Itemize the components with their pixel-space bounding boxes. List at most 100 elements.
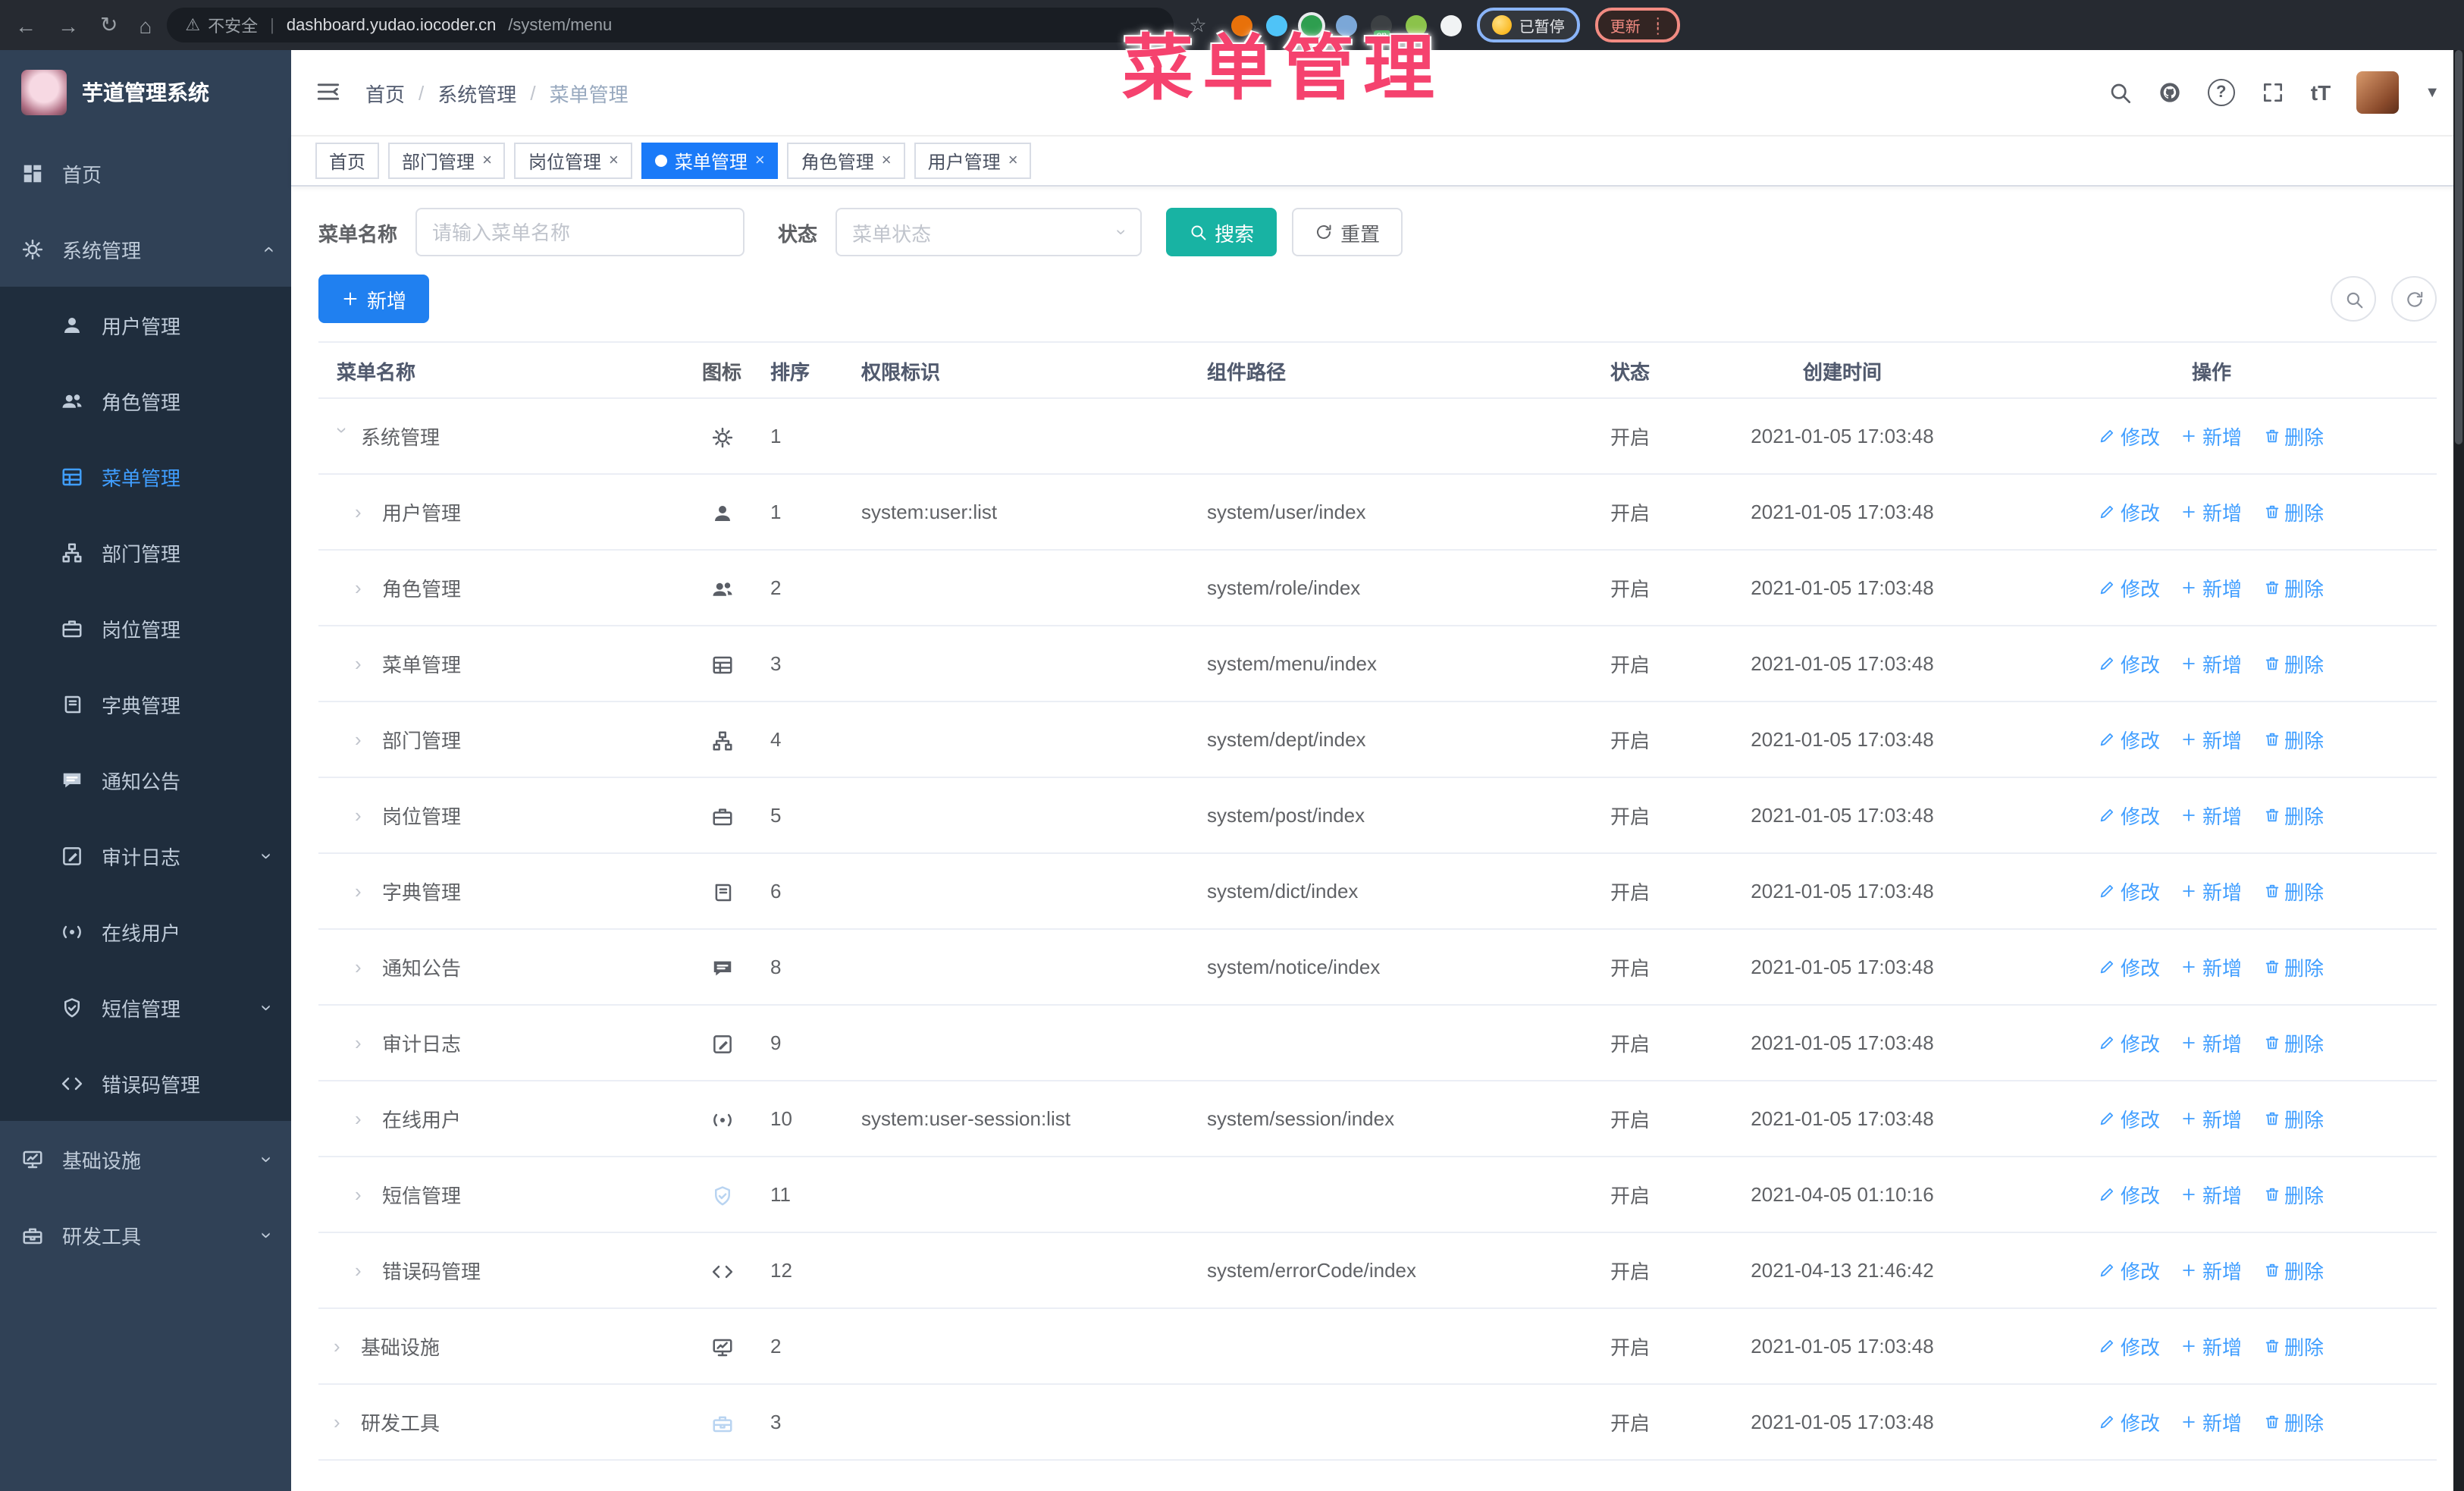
close-icon[interactable]: ×: [482, 152, 492, 170]
address-bar[interactable]: ⚠ 不安全 | dashboard.yudao.iocoder.cn/syste…: [167, 8, 1174, 42]
sidebar-item[interactable]: 角色管理 ›: [0, 363, 291, 438]
delete-link[interactable]: 删除: [2263, 573, 2324, 602]
expand-chevron-icon[interactable]: ›: [334, 1335, 352, 1358]
header-search-icon[interactable]: [2108, 80, 2132, 105]
status-select[interactable]: 菜单状态 ›: [835, 208, 1143, 256]
sidebar-collapse-button[interactable]: [315, 79, 341, 106]
edit-link[interactable]: 修改: [2099, 877, 2160, 906]
expand-chevron-icon[interactable]: ›: [355, 1183, 373, 1206]
edit-link[interactable]: 修改: [2099, 1256, 2160, 1285]
edit-link[interactable]: 修改: [2099, 1028, 2160, 1057]
sidebar-item[interactable]: 系统管理 ›: [0, 211, 291, 287]
add-child-link[interactable]: 新增: [2181, 725, 2242, 754]
app-logo[interactable]: 芋道管理系统: [0, 50, 291, 135]
browser-menu-icon[interactable]: ⋮ ⋮: [1651, 15, 1665, 35]
sidebar-item[interactable]: 岗位管理 ›: [0, 590, 291, 666]
delete-link[interactable]: 删除: [2263, 1104, 2324, 1133]
reset-button[interactable]: 重置: [1292, 208, 1403, 256]
sidebar-item[interactable]: 通知公告 ›: [0, 742, 291, 818]
view-tab[interactable]: 用户管理 ×: [914, 143, 1032, 179]
sidebar-item[interactable]: 字典管理 ›: [0, 666, 291, 742]
expand-chevron-icon[interactable]: ›: [331, 427, 354, 445]
close-icon[interactable]: ×: [755, 152, 765, 170]
browser-back-button[interactable]: ←: [15, 13, 36, 37]
security-warning-label[interactable]: 不安全: [208, 13, 258, 37]
menu-name-input[interactable]: [415, 208, 745, 256]
expand-chevron-icon[interactable]: ›: [355, 501, 373, 523]
expand-chevron-icon[interactable]: ›: [355, 880, 373, 902]
add-child-link[interactable]: 新增: [2181, 573, 2242, 602]
browser-forward-button[interactable]: →: [58, 13, 79, 37]
expand-chevron-icon[interactable]: ›: [355, 576, 373, 599]
add-child-link[interactable]: 新增: [2181, 498, 2242, 526]
delete-link[interactable]: 删除: [2263, 953, 2324, 981]
delete-link[interactable]: 删除: [2263, 725, 2324, 754]
delete-link[interactable]: 删除: [2263, 1180, 2324, 1209]
expand-chevron-icon[interactable]: ›: [355, 1107, 373, 1130]
font-size-icon[interactable]: tT: [2311, 80, 2331, 105]
delete-link[interactable]: 删除: [2263, 1408, 2324, 1436]
view-tab[interactable]: 菜单管理 ×: [641, 143, 779, 179]
sidebar-item[interactable]: 错误码管理 ›: [0, 1045, 291, 1121]
edit-link[interactable]: 修改: [2099, 1408, 2160, 1436]
help-icon[interactable]: ?: [2207, 79, 2235, 106]
sidebar-item[interactable]: 用户管理 ›: [0, 287, 291, 363]
sidebar-item[interactable]: 短信管理 ›: [0, 969, 291, 1045]
add-child-link[interactable]: 新增: [2181, 1408, 2242, 1436]
expand-chevron-icon[interactable]: ›: [355, 956, 373, 978]
add-child-link[interactable]: 新增: [2181, 1332, 2242, 1361]
add-button[interactable]: 新增: [318, 275, 430, 323]
delete-link[interactable]: 删除: [2263, 422, 2324, 450]
add-child-link[interactable]: 新增: [2181, 1028, 2242, 1057]
view-tab[interactable]: 岗位管理 ×: [514, 143, 632, 179]
add-child-link[interactable]: 新增: [2181, 1256, 2242, 1285]
avatar-caret-icon[interactable]: ▼: [2425, 84, 2440, 101]
delete-link[interactable]: 删除: [2263, 1028, 2324, 1057]
breadcrumb-home[interactable]: 首页: [365, 78, 405, 107]
add-child-link[interactable]: 新增: [2181, 422, 2242, 450]
add-child-link[interactable]: 新增: [2181, 953, 2242, 981]
close-icon[interactable]: ×: [1008, 152, 1018, 170]
expand-chevron-icon[interactable]: ›: [355, 1259, 373, 1282]
toggle-search-button[interactable]: [2331, 276, 2376, 322]
profile-paused-chip[interactable]: 已暂停: [1476, 8, 1580, 42]
sidebar-item[interactable]: 首页 ›: [0, 135, 291, 211]
sidebar-item[interactable]: 在线用户 ›: [0, 893, 291, 969]
page-scrollbar[interactable]: [2453, 50, 2464, 1491]
fullscreen-icon[interactable]: [2261, 80, 2285, 105]
user-avatar[interactable]: [2356, 71, 2400, 114]
refresh-table-button[interactable]: [2391, 276, 2437, 322]
close-icon[interactable]: ×: [882, 152, 892, 170]
expand-chevron-icon[interactable]: ›: [355, 652, 373, 675]
sidebar-item[interactable]: 审计日志 ›: [0, 818, 291, 893]
delete-link[interactable]: 删除: [2263, 877, 2324, 906]
breadcrumb-system[interactable]: 系统管理: [437, 78, 516, 107]
expand-chevron-icon[interactable]: ›: [355, 804, 373, 827]
edit-link[interactable]: 修改: [2099, 725, 2160, 754]
view-tab[interactable]: 部门管理 ×: [388, 143, 506, 179]
delete-link[interactable]: 删除: [2263, 1256, 2324, 1285]
browser-update-button[interactable]: 更新 ⋮ ⋮: [1594, 8, 1680, 42]
edit-link[interactable]: 修改: [2099, 1104, 2160, 1133]
delete-link[interactable]: 删除: [2263, 801, 2324, 830]
sidebar-item[interactable]: 研发工具 ›: [0, 1197, 291, 1273]
delete-link[interactable]: 删除: [2263, 1332, 2324, 1361]
edit-link[interactable]: 修改: [2099, 573, 2160, 602]
view-tab[interactable]: 首页 ×: [315, 143, 380, 179]
edit-link[interactable]: 修改: [2099, 1332, 2160, 1361]
add-child-link[interactable]: 新增: [2181, 877, 2242, 906]
expand-chevron-icon[interactable]: ›: [355, 728, 373, 751]
add-child-link[interactable]: 新增: [2181, 1180, 2242, 1209]
add-child-link[interactable]: 新增: [2181, 649, 2242, 678]
edit-link[interactable]: 修改: [2099, 649, 2160, 678]
sidebar-item[interactable]: 部门管理 ›: [0, 514, 291, 590]
github-icon[interactable]: [2158, 80, 2182, 105]
view-tab[interactable]: 角色管理 ×: [787, 143, 905, 179]
edit-link[interactable]: 修改: [2099, 422, 2160, 450]
expand-chevron-icon[interactable]: ›: [334, 1411, 352, 1433]
add-child-link[interactable]: 新增: [2181, 1104, 2242, 1133]
expand-chevron-icon[interactable]: ›: [355, 1031, 373, 1054]
add-child-link[interactable]: 新增: [2181, 801, 2242, 830]
delete-link[interactable]: 删除: [2263, 649, 2324, 678]
edit-link[interactable]: 修改: [2099, 953, 2160, 981]
